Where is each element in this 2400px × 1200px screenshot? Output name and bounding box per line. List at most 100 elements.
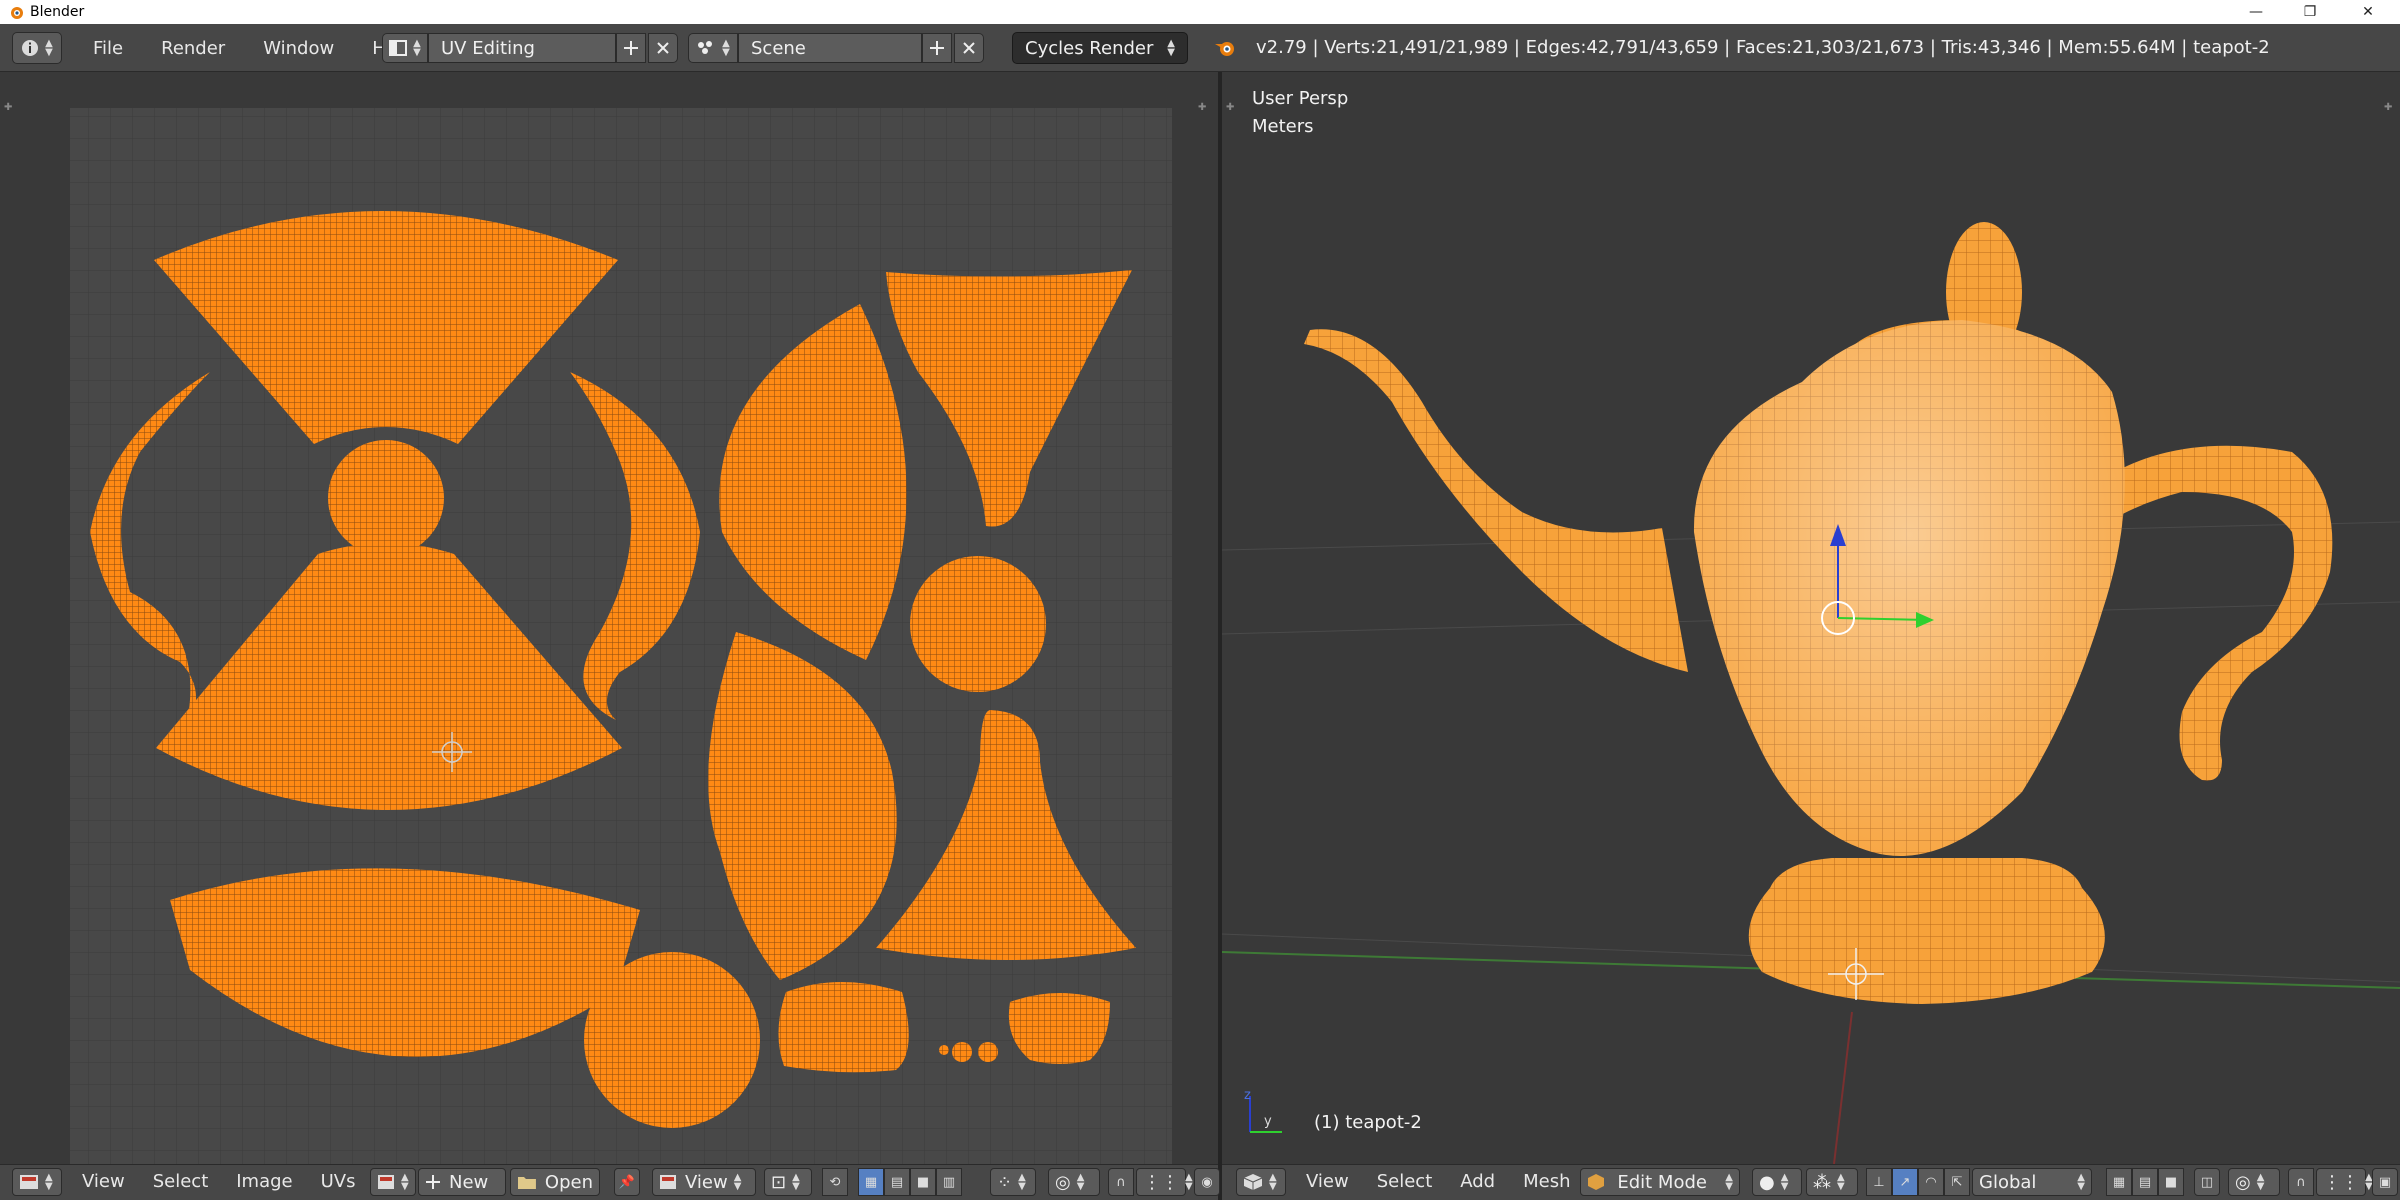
pin-image-toggle[interactable]: 📌: [614, 1168, 640, 1196]
scene-name-field[interactable]: Scene: [738, 33, 922, 63]
3d-view-icon: [1243, 1174, 1263, 1190]
v3d-menu-add[interactable]: Add: [1446, 1171, 1509, 1192]
snap-increment-icon: ⋮⋮: [2323, 1171, 2359, 1193]
new-image-button[interactable]: New: [418, 1168, 506, 1196]
camera-icon: ▣: [2378, 1174, 2392, 1190]
menu-window[interactable]: Window: [248, 38, 349, 59]
pivot-point-dropdown[interactable]: ⁂ ▲ ▼: [1806, 1168, 1858, 1196]
plus-icon: [624, 41, 638, 55]
v3d-menu-select[interactable]: Select: [1363, 1171, 1447, 1192]
screen-layout-browse[interactable]: ▲ ▼: [382, 33, 428, 63]
uv-menu-select[interactable]: Select: [139, 1171, 223, 1192]
face-select-mode[interactable]: ■: [2158, 1168, 2184, 1196]
add-scene-button[interactable]: [922, 33, 952, 63]
viewport-canvas[interactable]: [1222, 72, 2400, 1164]
uv-island-foot[interactable]: [778, 982, 909, 1073]
sticky-selection-dropdown[interactable]: ⁘ ▲ ▼: [990, 1168, 1036, 1196]
scale-manipulator[interactable]: ⇱: [1944, 1168, 1970, 1196]
snap-element-dropdown[interactable]: ⋮⋮ ▲ ▼: [1136, 1168, 1193, 1196]
snap-toggle[interactable]: ∩: [2288, 1168, 2314, 1196]
uv-render-toggle[interactable]: ◉: [1194, 1168, 1220, 1196]
uv-canvas[interactable]: [0, 72, 1218, 1164]
face-select-icon: ■: [916, 1174, 930, 1190]
island-select-mode[interactable]: ▥: [936, 1168, 962, 1196]
uv-editor-header: ▲ ▼ View Select Image UVs ▲ ▼ New Open 📌 V…: [0, 1164, 1220, 1200]
uv-island-tiny-1[interactable]: [939, 1045, 949, 1055]
image-view-icon: [660, 1175, 676, 1189]
teapot-handle[interactable]: [2108, 445, 2333, 781]
screen-layout-name-field[interactable]: UV Editing: [428, 33, 616, 63]
editor-type-selector[interactable]: ▲ ▼: [12, 32, 62, 64]
plus-icon: [930, 41, 944, 55]
uv-menu-view[interactable]: View: [68, 1171, 139, 1192]
transform-orientation-dropdown[interactable]: Global ▲ ▼: [1972, 1168, 2092, 1196]
face-select-mode[interactable]: ■: [910, 1168, 936, 1196]
manipulator-toggle[interactable]: ⊥: [1866, 1168, 1892, 1196]
uv-image-editor[interactable]: ✚ ✚: [0, 72, 1218, 1164]
edit-mode-icon: [1588, 1174, 1604, 1190]
uv-island-lid-ring[interactable]: [328, 440, 444, 556]
render-engine-dropdown[interactable]: Cycles Render ▲ ▼: [1012, 32, 1188, 64]
solid-shading-icon: ●: [1759, 1171, 1775, 1193]
v3d-menu-view[interactable]: View: [1292, 1171, 1363, 1192]
image-mode-dropdown[interactable]: View ▲ ▼: [652, 1168, 756, 1196]
editor-type-selector[interactable]: ▲ ▼: [12, 1168, 62, 1196]
minimize-button[interactable]: —: [2236, 0, 2276, 24]
rotate-icon: ◠: [1925, 1174, 1937, 1190]
blender-logo-icon: [1215, 42, 1234, 56]
delete-scene-button[interactable]: [954, 33, 984, 63]
teapot-base[interactable]: [1748, 858, 2105, 1004]
uv-island-tiny-2[interactable]: [952, 1042, 972, 1062]
proportional-edit-dropdown[interactable]: ◎ ▲ ▼: [1048, 1168, 1100, 1196]
uv-menu-uvs[interactable]: UVs: [307, 1171, 370, 1192]
interaction-mode-label: Edit Mode: [1617, 1171, 1707, 1193]
pivot-dropdown[interactable]: ⊡ ▲ ▼: [764, 1168, 812, 1196]
limit-selection-toggle[interactable]: ◫: [2194, 1168, 2220, 1196]
sync-selection-toggle[interactable]: ⟲: [822, 1168, 848, 1196]
image-mode-label: View: [685, 1171, 728, 1193]
uv-island-tiny-3[interactable]: [978, 1042, 998, 1062]
uv-island-tiny-4[interactable]: [1008, 993, 1110, 1064]
editor-type-selector[interactable]: ▲ ▼: [1236, 1168, 1286, 1196]
snap-toggle[interactable]: ∩: [1108, 1168, 1134, 1196]
opengl-render-button[interactable]: ▣: [2372, 1168, 2398, 1196]
teapot-spout[interactable]: [1304, 329, 1688, 672]
add-layout-button[interactable]: [616, 33, 646, 63]
vertex-select-mode[interactable]: ▦: [2106, 1168, 2132, 1196]
window-title: Blender: [30, 4, 85, 20]
snap-element-dropdown[interactable]: ⋮⋮ ▲ ▼: [2316, 1168, 2373, 1196]
translate-manipulator[interactable]: ↗: [1892, 1168, 1918, 1196]
menu-render[interactable]: Render: [146, 38, 240, 59]
edge-select-mode[interactable]: ▤: [884, 1168, 910, 1196]
magnet-icon: ∩: [2296, 1174, 2306, 1190]
vertex-select-mode[interactable]: ▦: [858, 1168, 884, 1196]
scale-icon: ⇱: [1951, 1174, 1963, 1190]
uv-island-lid-disc[interactable]: [910, 556, 1046, 692]
uv-menu-image[interactable]: Image: [222, 1171, 306, 1192]
scene-browse[interactable]: ▲ ▼: [688, 33, 738, 63]
delete-layout-button[interactable]: [648, 33, 678, 63]
v3d-menu-mesh[interactable]: Mesh: [1509, 1171, 1584, 1192]
pivot-point-icon: ⁂: [1813, 1171, 1831, 1193]
dropdown-arrows-icon: ▲ ▼: [722, 38, 730, 58]
rotate-manipulator[interactable]: ◠: [1918, 1168, 1944, 1196]
dropdown-arrows-icon: ▲ ▼: [413, 38, 421, 58]
image-browse[interactable]: ▲ ▼: [370, 1168, 416, 1196]
edge-select-icon: ▤: [2138, 1174, 2152, 1190]
uv-island-base[interactable]: [584, 952, 760, 1128]
interaction-mode-dropdown[interactable]: Edit Mode ▲ ▼: [1580, 1168, 1740, 1196]
axis-widget-z-label: z: [1244, 1088, 1251, 1103]
info-header: ▲▼ File Render Window Help ▲▼ UV Editing…: [0, 24, 2400, 72]
proportional-edit-dropdown[interactable]: ◎ ▲ ▼: [2228, 1168, 2280, 1196]
open-image-button[interactable]: Open: [510, 1168, 600, 1196]
restore-button[interactable]: ❐: [2290, 0, 2330, 24]
blender-logo-icon: [11, 7, 23, 19]
x-axis-line: [1833, 1011, 1853, 1164]
screen-layout-icon: [389, 40, 408, 56]
3d-viewport[interactable]: ✚ ✚ User Persp Meters z y (1) teapot-2: [1222, 72, 2400, 1164]
edge-select-mode[interactable]: ▤: [2132, 1168, 2158, 1196]
viewport-header: ▲ ▼ View Select Add Mesh Edit Mode ▲ ▼ ● ▲…: [1222, 1164, 2400, 1200]
viewport-shading-dropdown[interactable]: ● ▲ ▼: [1752, 1168, 1802, 1196]
menu-file[interactable]: File: [78, 38, 138, 59]
close-window-button[interactable]: ✕: [2348, 0, 2388, 24]
